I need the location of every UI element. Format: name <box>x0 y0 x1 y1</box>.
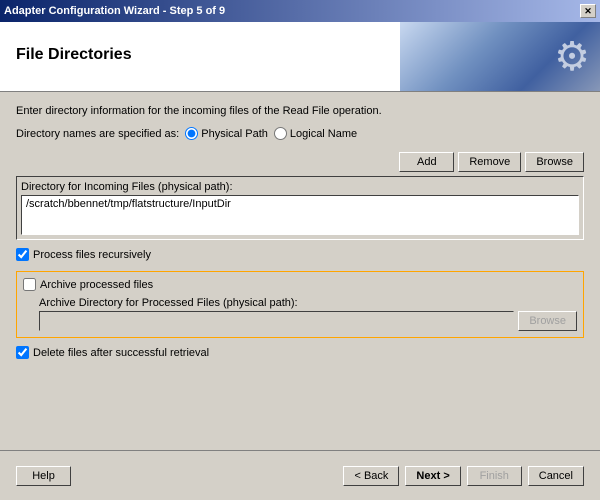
directory-names-label: Directory names are specified as: <box>16 128 179 140</box>
page-title: File Directories <box>16 46 132 64</box>
physical-path-label: Physical Path <box>201 128 268 140</box>
cancel-button[interactable]: Cancel <box>528 466 584 486</box>
wizard-body: Enter directory information for the inco… <box>0 92 600 450</box>
delete-files-row: Delete files after successful retrieval <box>16 346 584 359</box>
directory-box: Directory for Incoming Files (physical p… <box>16 176 584 240</box>
close-button[interactable]: ✕ <box>580 4 596 18</box>
wizard-header-bg: ⚙ <box>400 22 600 92</box>
delete-files-label: Delete files after successful retrieval <box>33 347 209 359</box>
archive-dir-label: Archive Directory for Processed Files (p… <box>23 297 577 309</box>
archive-checkbox[interactable] <box>23 278 36 291</box>
browse-button-2[interactable]: Browse <box>518 311 577 331</box>
delete-files-checkbox[interactable] <box>16 346 29 359</box>
dir-incoming-value: /scratch/bbennet/tmp/flatstructure/Input… <box>21 195 579 235</box>
title-bar-text: Adapter Configuration Wizard - Step 5 of… <box>4 5 225 17</box>
process-recursively-label: Process files recursively <box>33 249 151 261</box>
logical-name-radio[interactable] <box>274 127 287 140</box>
wizard-header-text: File Directories <box>16 46 132 68</box>
logical-name-label: Logical Name <box>290 128 357 140</box>
browse-button-1[interactable]: Browse <box>525 152 584 172</box>
process-recursively-checkbox[interactable] <box>16 248 29 261</box>
archive-dir-input[interactable] <box>39 311 514 331</box>
back-button[interactable]: < Back <box>343 466 399 486</box>
title-bar: Adapter Configuration Wizard - Step 5 of… <box>0 0 600 22</box>
remove-button[interactable]: Remove <box>458 152 521 172</box>
button-row: Add Remove Browse <box>16 152 584 172</box>
directory-section: Add Remove Browse Directory for Incoming… <box>16 152 584 240</box>
dir-incoming-label: Directory for Incoming Files (physical p… <box>21 181 579 193</box>
archive-label-row: Archive processed files <box>23 278 577 291</box>
archive-section: Archive processed files Archive Director… <box>16 271 584 338</box>
archive-label: Archive processed files <box>40 279 153 291</box>
finish-button[interactable]: Finish <box>467 466 522 486</box>
add-button[interactable]: Add <box>399 152 454 172</box>
physical-path-radio-label[interactable]: Physical Path <box>185 127 268 140</box>
title-bar-buttons: ✕ <box>580 4 596 18</box>
logical-name-radio-label[interactable]: Logical Name <box>274 127 357 140</box>
archive-dir-row: Browse <box>23 311 577 331</box>
footer-right: < Back Next > Finish Cancel <box>343 466 584 486</box>
process-recursively-row: Process files recursively <box>16 248 584 261</box>
info-text: Enter directory information for the inco… <box>16 104 584 119</box>
help-button[interactable]: Help <box>16 466 71 486</box>
radio-group: Directory names are specified as: Physic… <box>16 127 584 140</box>
wizard-header: File Directories ⚙ <box>0 22 600 92</box>
physical-path-radio[interactable] <box>185 127 198 140</box>
footer: Help < Back Next > Finish Cancel <box>0 450 600 500</box>
next-button[interactable]: Next > <box>405 466 460 486</box>
gear-icon: ⚙ <box>554 34 590 80</box>
wizard-container: File Directories ⚙ Enter directory infor… <box>0 22 600 500</box>
